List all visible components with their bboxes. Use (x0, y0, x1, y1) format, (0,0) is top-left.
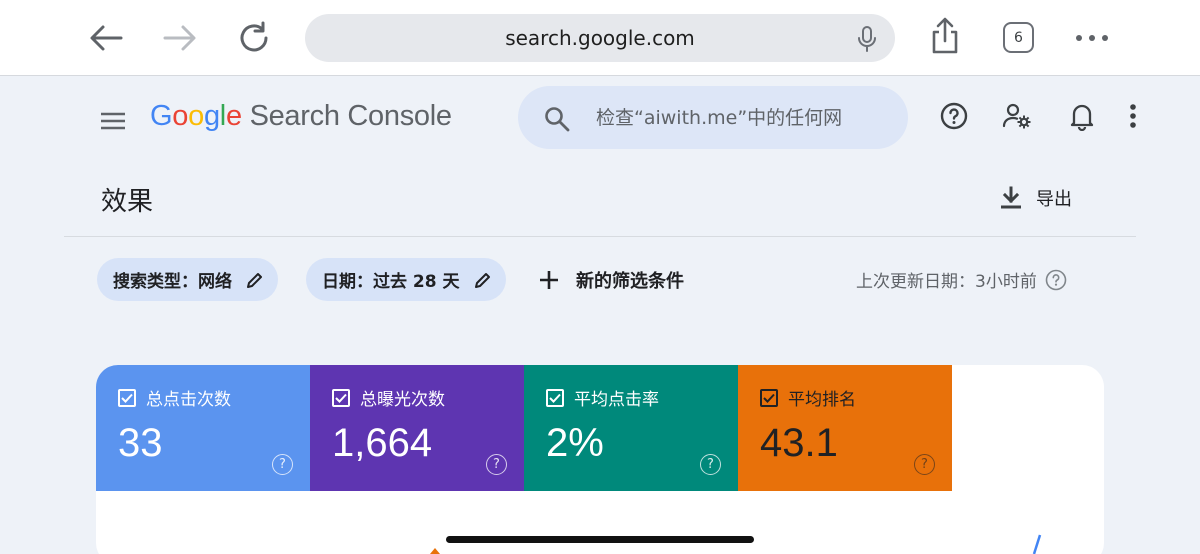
page-title: 效果 (101, 187, 154, 217)
help-circle-icon (940, 102, 968, 130)
hamburger-menu-icon[interactable] (98, 106, 128, 136)
home-indicator[interactable] (446, 536, 754, 543)
url-inspection-search[interactable] (518, 86, 908, 149)
search-console-logo[interactable]: Google Search Console (150, 100, 452, 133)
last-updated-text: 上次更新日期：3小时前 (856, 272, 1037, 292)
metric-value: 2% (546, 421, 604, 465)
more-dots-icon (1076, 35, 1108, 41)
manage-accounts-icon (1002, 103, 1031, 129)
export-button[interactable]: 导出 (1000, 182, 1072, 214)
help-button[interactable] (938, 100, 970, 132)
share-icon (932, 17, 958, 54)
checkbox-checked-icon[interactable] (546, 388, 564, 407)
back-arrow-icon (90, 25, 123, 51)
chart-line-fragment (1032, 534, 1042, 554)
metric-total-impressions[interactable]: 总曝光次数 1,664 ? (310, 365, 524, 491)
search-type-filter-label: 搜索类型：网络 (113, 272, 232, 292)
help-icon[interactable]: ? (700, 454, 721, 475)
reload-icon (240, 21, 268, 52)
url-text: search.google.com (505, 26, 695, 50)
metric-value: 43.1 (760, 421, 838, 465)
bell-icon (1070, 104, 1094, 131)
last-updated-info: 上次更新日期：3小时前 (856, 267, 1067, 292)
edit-pencil-icon (474, 272, 490, 288)
metric-value: 33 (118, 421, 163, 465)
notifications-button[interactable] (1066, 100, 1098, 132)
metric-average-ctr[interactable]: 平均点击率 2% ? (524, 365, 738, 491)
checkbox-checked-icon[interactable] (332, 388, 350, 407)
metric-label: 平均排名 (788, 390, 856, 410)
metric-label: 总曝光次数 (360, 390, 445, 410)
export-label: 导出 (1036, 189, 1072, 210)
help-circle-icon[interactable] (1045, 269, 1067, 291)
date-filter-chip[interactable]: 日期：过去 28 天 (306, 258, 506, 301)
metric-average-position[interactable]: 平均排名 43.1 ? (738, 365, 952, 491)
app-header: Google Search Console (0, 76, 1200, 166)
forward-arrow-icon (163, 25, 196, 51)
tabs-button[interactable]: 6 (1003, 22, 1034, 53)
product-name: Search Console (249, 100, 452, 132)
add-filter-label: 新的筛选条件 (576, 271, 684, 292)
more-options-button[interactable] (1117, 100, 1149, 132)
search-type-filter-chip[interactable]: 搜索类型：网络 (97, 258, 278, 301)
date-filter-label: 日期：过去 28 天 (322, 272, 460, 292)
help-icon[interactable]: ? (914, 454, 935, 475)
metric-label: 平均点击率 (574, 390, 659, 410)
download-icon (1001, 186, 1021, 209)
checkbox-checked-icon[interactable] (118, 388, 136, 407)
divider (64, 236, 1136, 237)
address-bar[interactable]: search.google.com (305, 14, 895, 62)
microphone-icon[interactable] (857, 25, 877, 53)
user-settings-button[interactable] (1001, 100, 1033, 132)
metric-label: 总点击次数 (146, 390, 231, 410)
search-icon (545, 107, 570, 132)
edit-pencil-icon (247, 272, 262, 288)
help-icon[interactable]: ? (272, 454, 293, 475)
chart-line-fragment (430, 548, 440, 554)
url-inspection-input[interactable] (596, 104, 842, 132)
share-button[interactable] (925, 16, 965, 56)
help-icon[interactable]: ? (486, 454, 507, 475)
forward-button[interactable] (160, 18, 200, 58)
back-button[interactable] (86, 18, 126, 58)
add-filter-button[interactable]: 新的筛选条件 (538, 262, 684, 298)
browser-toolbar: search.google.com 6 (0, 0, 1200, 76)
tab-count: 6 (1014, 29, 1023, 46)
plus-icon (540, 271, 558, 289)
metric-total-clicks[interactable]: 总点击次数 33 ? (96, 365, 310, 491)
metric-value: 1,664 (332, 421, 433, 465)
more-menu-button[interactable] (1072, 18, 1112, 58)
more-vert-icon (1130, 104, 1136, 128)
reload-button[interactable] (234, 18, 274, 58)
google-wordmark: Google (150, 100, 242, 132)
checkbox-checked-icon[interactable] (760, 388, 778, 407)
performance-chart-partial (430, 534, 1042, 554)
